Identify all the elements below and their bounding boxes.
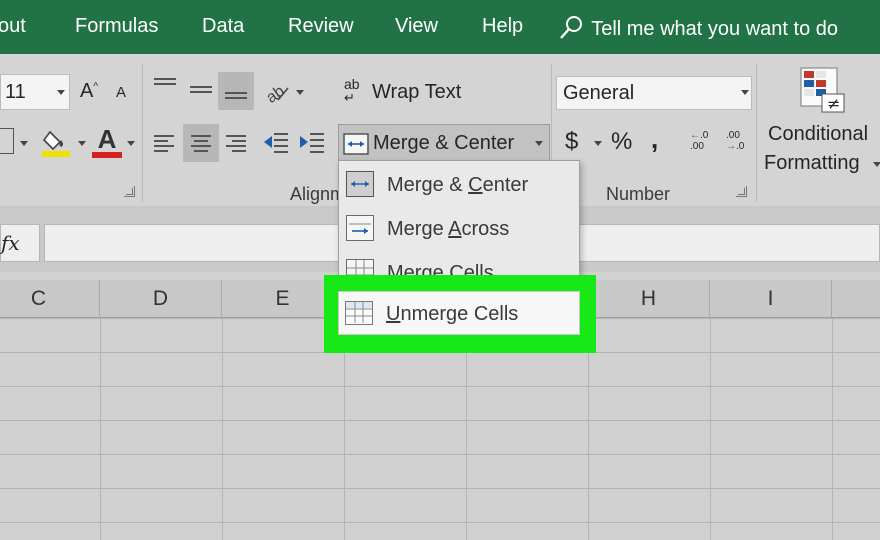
chevron-down-icon[interactable]	[20, 141, 28, 146]
column-header-c[interactable]: C	[0, 280, 100, 318]
decrease-decimal-button[interactable]: .00 →.0	[726, 130, 744, 152]
fill-color-button[interactable]	[42, 126, 72, 163]
merge-center-button[interactable]: Merge & Center	[338, 124, 550, 162]
tab-page-layout[interactable]: out	[0, 15, 26, 38]
menu-item-unmerge-cells[interactable]: Unmerge Cells	[338, 291, 580, 335]
decrease-indent-icon	[264, 133, 288, 153]
menu-item-merge-across[interactable]: Merge Across	[339, 207, 579, 251]
tab-view[interactable]: View	[395, 15, 438, 38]
middle-align-button[interactable]	[190, 86, 212, 96]
increase-indent-button[interactable]	[298, 130, 326, 159]
number-format-value: General	[563, 82, 635, 104]
conditional-formatting-icon: ≠	[800, 67, 845, 113]
orientation-icon: ab	[263, 83, 289, 107]
chevron-down-icon[interactable]	[78, 141, 86, 146]
insert-function-button[interactable]: fx	[0, 224, 40, 262]
merge-across-icon	[346, 215, 374, 241]
unmerge-cells-icon	[345, 301, 373, 325]
chevron-down-icon[interactable]	[594, 141, 602, 146]
merge-center-icon	[346, 171, 374, 197]
top-align-button[interactable]	[154, 78, 176, 88]
align-center-button[interactable]	[183, 124, 219, 162]
align-left-button[interactable]	[154, 135, 174, 155]
svg-text:≠: ≠	[827, 94, 840, 113]
decrease-indent-button[interactable]	[262, 130, 290, 159]
dialog-launcher-icon[interactable]	[124, 186, 135, 197]
conditional-formatting-label-1: Conditional	[768, 123, 869, 145]
merge-center-label: Merge & Center	[373, 132, 515, 154]
group-separator	[756, 64, 757, 202]
comma-style-button[interactable]: ,	[651, 124, 658, 155]
chevron-down-icon[interactable]	[535, 141, 543, 146]
borders-icon[interactable]	[0, 128, 14, 154]
wrap-text-label: Wrap Text	[372, 81, 462, 103]
font-size-value: 11	[5, 81, 26, 103]
merge-center-icon	[343, 133, 369, 155]
menu-item-merge-center[interactable]: Merge & Center	[339, 163, 579, 207]
chevron-down-icon	[741, 90, 749, 95]
wrap-text-icon: ab ↵	[344, 76, 360, 105]
chevron-down-icon[interactable]	[127, 141, 135, 146]
increase-decimal-button[interactable]: ←.0.00	[690, 130, 708, 152]
number-format-box[interactable]: General	[556, 76, 752, 110]
align-right-button[interactable]	[226, 135, 246, 155]
menu-item-label: Merge & Center	[387, 174, 529, 196]
increase-indent-icon	[300, 133, 324, 153]
tab-review[interactable]: Review	[288, 15, 354, 38]
grow-font-button[interactable]: A^	[80, 80, 98, 103]
shrink-font-button[interactable]: A	[116, 84, 126, 101]
percent-button[interactable]: %	[611, 128, 632, 156]
ribbon-tab-bar: out Formulas Data Review View Help Tell …	[0, 0, 880, 54]
tab-formulas[interactable]: Formulas	[75, 15, 158, 38]
bottom-align-button[interactable]	[218, 72, 254, 110]
column-header-d[interactable]: D	[100, 280, 222, 318]
number-group-label: Number	[606, 184, 671, 204]
column-header-i[interactable]: I	[710, 280, 832, 318]
conditional-formatting-label-2: Formatting	[764, 152, 860, 174]
menu-item-label: Merge Across	[387, 218, 510, 240]
dialog-launcher-icon[interactable]	[736, 186, 747, 197]
conditional-formatting-button[interactable]: ≠ Conditional Formatting	[760, 66, 880, 182]
alignment-group-label: Alignm	[290, 184, 346, 204]
tell-me-box[interactable]: Tell me what you want to do	[558, 13, 838, 41]
font-size-box[interactable]: 11	[0, 74, 70, 110]
tab-help[interactable]: Help	[482, 15, 523, 38]
menu-item-label: Unmerge Cells	[386, 303, 519, 325]
tab-data[interactable]: Data	[202, 15, 244, 38]
orientation-button[interactable]: ab	[263, 80, 294, 109]
fill-color-icon	[42, 130, 70, 157]
group-separator	[142, 64, 143, 202]
column-header-h[interactable]: H	[588, 280, 710, 318]
chevron-down-icon[interactable]	[296, 90, 304, 95]
currency-button[interactable]: $	[565, 128, 578, 156]
chevron-down-icon	[57, 90, 65, 95]
chevron-down-icon	[873, 162, 880, 167]
search-icon	[560, 16, 582, 39]
tell-me-text: Tell me what you want to do	[591, 18, 838, 40]
font-color-button[interactable]: A	[92, 124, 122, 158]
merge-dropdown-menu: Merge & Center Merge Across Merge Cells	[338, 160, 580, 290]
